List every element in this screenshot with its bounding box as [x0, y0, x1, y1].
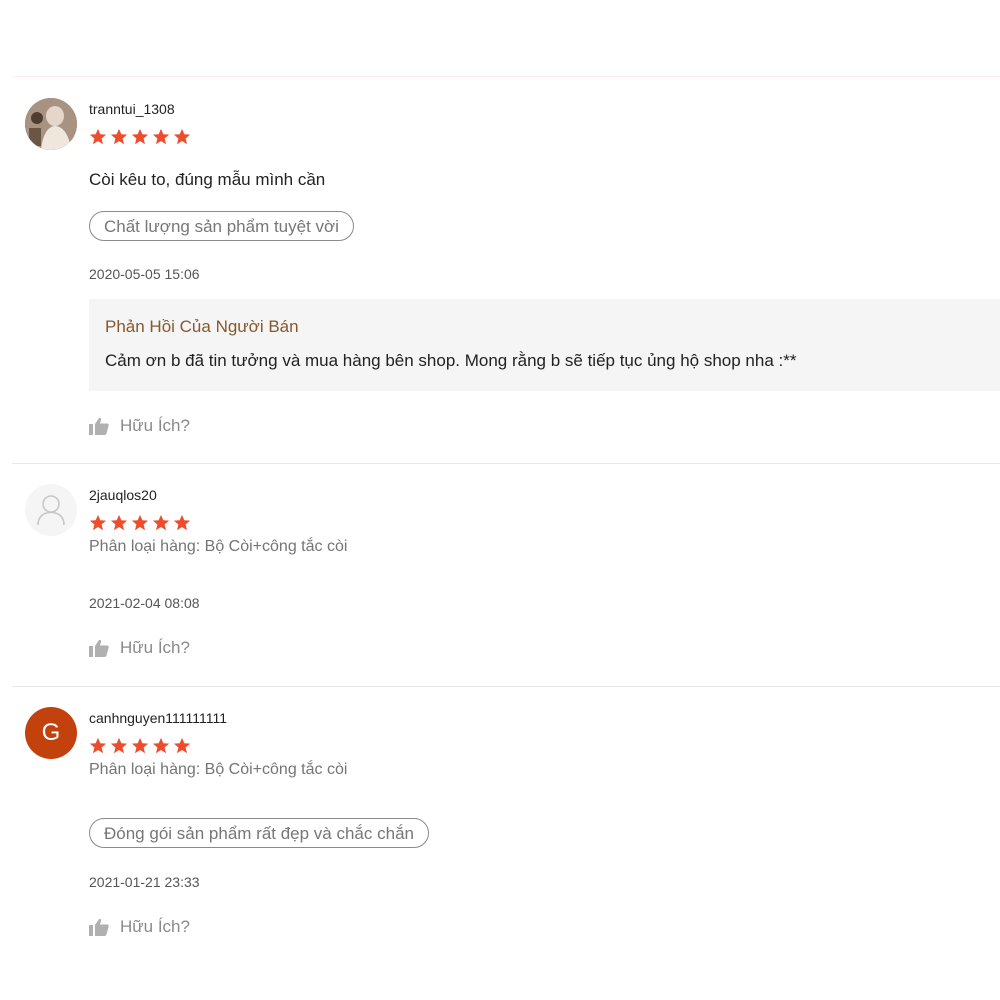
seller-reply: Phản Hồi Của Người Bán Cảm ơn b đã tin t… — [89, 299, 1000, 391]
seller-reply-text: Cảm ơn b đã tin tưởng và mua hàng bên sh… — [105, 351, 797, 370]
divider — [12, 463, 1000, 464]
avatar[interactable] — [25, 484, 77, 536]
reviewer-username[interactable]: tranntui_1308 — [89, 101, 175, 117]
star-icon — [173, 737, 191, 754]
helpful-label: Hữu Ích? — [120, 416, 190, 435]
rating-stars — [89, 514, 191, 532]
star-icon — [131, 737, 149, 754]
divider — [12, 76, 1000, 77]
thumbs-up-icon — [89, 918, 109, 936]
star-icon — [110, 737, 128, 754]
divider — [12, 686, 1000, 687]
star-icon — [89, 514, 107, 531]
avatar[interactable] — [25, 98, 77, 150]
star-icon — [173, 514, 191, 531]
avatar[interactable]: G — [25, 707, 77, 759]
helpful-button[interactable]: Hữu Ích? — [89, 416, 190, 436]
helpful-label: Hữu Ích? — [120, 638, 190, 657]
star-icon — [152, 128, 170, 145]
review-tag: Đóng gói sản phẩm rất đẹp và chắc chắn — [89, 818, 429, 848]
helpful-label: Hữu Ích? — [120, 917, 190, 936]
star-icon — [89, 737, 107, 754]
helpful-button[interactable]: Hữu Ích? — [89, 917, 190, 937]
star-icon — [89, 128, 107, 145]
reviews-page: tranntui_1308 Còi kêu to, đúng mẫu mình … — [0, 0, 1000, 1000]
star-icon — [152, 514, 170, 531]
star-icon — [110, 128, 128, 145]
review-tag: Chất lượng sản phẩm tuyệt vời — [89, 211, 354, 241]
star-icon — [173, 128, 191, 145]
product-variation: Phân loại hàng: Bộ Còi+công tắc còi — [89, 538, 348, 555]
rating-stars — [89, 737, 191, 755]
user-outline-icon — [37, 495, 65, 526]
star-icon — [131, 128, 149, 145]
avatar-photo-icon — [25, 98, 77, 150]
helpful-button[interactable]: Hữu Ích? — [89, 638, 190, 658]
star-icon — [131, 514, 149, 531]
review-timestamp: 2020-05-05 15:06 — [89, 266, 200, 282]
thumbs-up-icon — [89, 639, 109, 657]
rating-stars — [89, 128, 191, 146]
star-icon — [152, 737, 170, 754]
seller-reply-title: Phản Hồi Của Người Bán — [105, 317, 299, 336]
reviewer-username[interactable]: canhnguyen111111111 — [89, 710, 227, 726]
review-comment: Còi kêu to, đúng mẫu mình cần — [89, 170, 326, 189]
star-icon — [110, 514, 128, 531]
reviewer-username[interactable]: 2jauqlos20 — [89, 487, 157, 503]
review-timestamp: 2021-01-21 23:33 — [89, 874, 200, 890]
product-variation: Phân loại hàng: Bộ Còi+công tắc còi — [89, 761, 348, 778]
review-timestamp: 2021-02-04 08:08 — [89, 595, 200, 611]
thumbs-up-icon — [89, 417, 109, 435]
